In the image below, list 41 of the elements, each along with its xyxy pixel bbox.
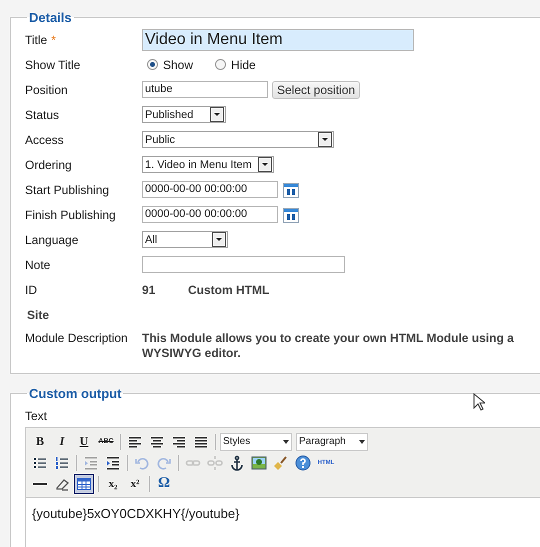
module-description: This Module allows you to create your own HTML Module using a WYSIWYG editor. [142,331,515,361]
field-label: Access [25,132,64,146]
dropdown[interactable]: Public [142,131,334,148]
required-mark: * [51,32,56,46]
field-label: Status [25,108,60,122]
dropdown[interactable]: 1. Video in Menu Item [142,156,274,173]
omega-button[interactable]: Ω [154,474,174,494]
id-value: 91 [142,282,156,296]
toolbar-dropdown[interactable]: Styles [220,432,292,450]
section-title: Custom output [28,386,122,401]
radio-option[interactable]: Show [147,58,194,72]
field-label: Finish Publishing [25,208,116,222]
radio-label: Hide [231,58,256,72]
field-label: Show Title [25,58,80,72]
text-field[interactable]: utube [142,81,268,98]
field-label: Text [25,409,48,423]
field-label: Module Description [25,331,128,345]
module-type: Custom HTML [188,282,270,296]
section-title: Details [28,10,73,25]
field-label: Note [25,258,50,272]
bold-button[interactable]: B [30,432,50,452]
field-label: Ordering [25,158,72,172]
radio-label: Show [163,58,194,72]
italic-button[interactable]: I [52,432,72,452]
text-field[interactable]: Video in Menu Item [142,28,414,50]
radio-option[interactable]: Hide [215,58,256,72]
field-label: Title [25,32,48,46]
sup-button[interactable]: x² [125,474,145,494]
field-label: Language [25,232,78,246]
date-field[interactable]: 0000-00-00 00:00:00 [142,206,278,223]
dropdown[interactable]: Published [142,106,226,123]
sub-button[interactable]: x₂ [103,474,123,494]
field-label: Position [25,82,68,96]
field-label: Start Publishing [25,182,110,196]
field-label: Site [27,308,50,322]
dropdown[interactable]: All [142,231,228,248]
field-label: ID [25,282,37,296]
toolbar-dropdown[interactable]: Paragraph [296,432,368,450]
select-position-button[interactable]: Select position [272,80,360,98]
underline-button[interactable]: U [74,432,94,452]
date-field[interactable]: 0000-00-00 00:00:00 [142,181,278,198]
